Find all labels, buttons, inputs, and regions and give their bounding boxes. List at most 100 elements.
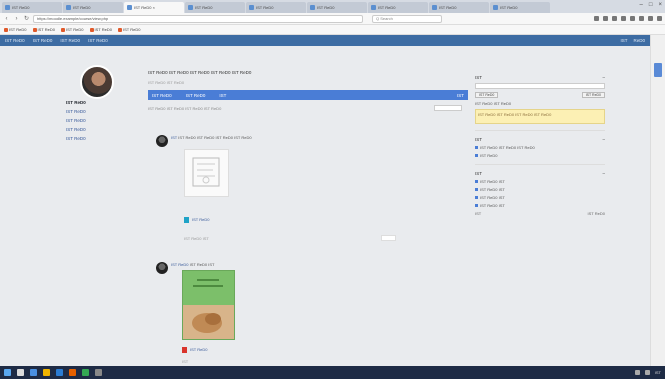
panel-line: IST ReD0 IST ReD0 (475, 101, 512, 106)
notification-icon[interactable]: IST (620, 38, 627, 43)
app-icon[interactable] (82, 369, 89, 376)
panel-line: IST ReD0 IST (475, 195, 605, 200)
tab-2[interactable]: IST ReD0 (186, 93, 206, 98)
edge-icon[interactable] (56, 369, 63, 376)
post-header: IST IST ReD0 IST ReD0 IST ReD0 IST ReD0 (171, 135, 252, 140)
bookmark-item[interactable]: IST ReD0 (61, 27, 84, 32)
volume-icon[interactable] (644, 370, 650, 375)
panel-footer-link[interactable]: IST ReD0 (588, 211, 606, 216)
taskbar: IST (0, 366, 665, 379)
nav-item[interactable]: IST ReD0 (33, 38, 53, 43)
bullet-icon (475, 154, 478, 157)
collapse-icon[interactable]: – (602, 171, 605, 176)
download-icon[interactable] (621, 16, 626, 21)
bookmark-item[interactable]: IST ReD0 (32, 27, 55, 32)
favicon-icon (127, 5, 132, 10)
post-item: IST ReD0 IST ReD0 IST IST ReD0 IST (156, 262, 456, 372)
browser-tab[interactable]: IST ReD0 (63, 2, 123, 13)
favicon-icon (493, 5, 498, 10)
sidebar-item[interactable]: IST ReD0 (66, 109, 86, 114)
tab-1[interactable]: IST ReD0 (152, 93, 172, 98)
menu-icon[interactable] (657, 16, 662, 21)
favicon-icon (89, 27, 94, 32)
system-tray: IST (634, 370, 661, 375)
collapse-icon[interactable]: – (602, 75, 605, 80)
browser-tab[interactable]: IST ReD0 (2, 2, 62, 13)
like-button[interactable] (381, 235, 396, 241)
panel-button[interactable]: IST ReD0 (581, 92, 605, 98)
browser-tab[interactable]: IST ReD0 (246, 2, 306, 13)
collapse-icon[interactable]: – (602, 137, 605, 142)
browser-tab[interactable]: IST ReD0 (490, 2, 550, 13)
bookmark-item[interactable]: IST ReD0 (118, 27, 141, 32)
attachment-link[interactable]: IST ReD0 (184, 217, 210, 223)
filter-row: IST ReD0 IST ReD0 IST ReD0 IST ReD0 (148, 105, 468, 111)
back-icon[interactable]: ‹ (3, 16, 10, 22)
bookmark-item[interactable]: IST ReD0 (89, 27, 112, 32)
browser-tab[interactable]: IST ReD0 (185, 2, 245, 13)
panel-box-title: IST – (475, 75, 605, 80)
page-scrollbar[interactable] (650, 35, 665, 366)
sidebar-item[interactable]: IST ReD0 (66, 127, 86, 132)
favicon-icon (118, 27, 122, 32)
browser-tab[interactable]: IST ReD0 (368, 2, 428, 13)
reload-icon[interactable]: ↻ (23, 15, 30, 22)
profile-avatar[interactable] (80, 65, 114, 99)
right-panel: IST – IST ReD0 IST ReD0 IST ReD0 IST ReD… (475, 75, 605, 219)
favicon-icon (32, 27, 37, 32)
start-icon[interactable] (4, 369, 11, 376)
account-icon[interactable] (648, 16, 653, 21)
app-icon[interactable] (95, 369, 102, 376)
clock[interactable]: IST (655, 370, 661, 375)
filter-text: IST ReD0 IST ReD0 IST ReD0 IST ReD0 (148, 105, 222, 111)
browser-tab-active[interactable]: IST ReD0 × (124, 2, 184, 13)
panel-button[interactable]: IST ReD0 (475, 92, 499, 98)
main-feed: IST ReD0 IST ReD0 IST ReD0 IST ReD0 IST … (148, 70, 468, 364)
divider (475, 164, 605, 165)
user-menu[interactable]: ReD0 (633, 38, 645, 43)
post-image[interactable] (184, 149, 229, 197)
attachment-link[interactable]: IST ReD0 (182, 347, 208, 353)
post-meta: IST ReD0 IST (184, 236, 209, 241)
divider (475, 130, 605, 131)
close-icon[interactable]: × (658, 2, 662, 8)
post-meta: IST (182, 359, 189, 364)
panel-line: IST ReD0 (475, 153, 605, 158)
site-brand[interactable]: IST ReD0 (5, 38, 25, 43)
avatar[interactable] (156, 262, 168, 274)
tab-right-action[interactable]: IST (457, 93, 464, 98)
addon-icon[interactable] (639, 16, 644, 21)
sidebar-item-profile[interactable]: IST ReD0 (66, 100, 86, 105)
browser-tab[interactable]: IST ReD0 (307, 2, 367, 13)
search-icon[interactable] (17, 369, 24, 376)
sidebar-item[interactable]: IST ReD0 (66, 136, 86, 141)
network-icon[interactable] (634, 370, 640, 375)
home-icon[interactable] (630, 16, 635, 21)
browser-search-input[interactable]: Q Search (372, 14, 442, 23)
filter-select[interactable] (434, 105, 462, 111)
library-icon[interactable] (603, 16, 608, 21)
maximize-icon[interactable]: □ (649, 2, 653, 8)
post-image[interactable] (182, 270, 235, 340)
scrollbar-thumb[interactable] (654, 63, 662, 77)
sidebar-icon[interactable] (612, 16, 617, 21)
browser-tab[interactable]: IST ReD0 (429, 2, 489, 13)
task-view-icon[interactable] (30, 369, 37, 376)
post-author[interactable]: IST (171, 135, 177, 140)
minimize-icon[interactable]: – (640, 2, 643, 8)
nav-item[interactable]: IST ReD0 (88, 38, 108, 43)
url-field[interactable]: https://moodle.example/course/view.php (33, 14, 363, 23)
file-explorer-icon[interactable] (43, 369, 50, 376)
panel-input[interactable] (475, 83, 605, 89)
avatar[interactable] (156, 135, 168, 147)
bookmark-star-icon[interactable] (594, 16, 599, 21)
bookmark-item[interactable]: IST ReD0 (4, 27, 27, 32)
nav-item[interactable]: IST ReD0 (60, 38, 80, 43)
firefox-icon[interactable] (69, 369, 76, 376)
post-author[interactable]: IST ReD0 (171, 262, 189, 267)
sidebar-item[interactable]: IST ReD0 (66, 118, 86, 123)
browser-tab-bar: IST ReD0 IST ReD0 IST ReD0 × IST ReD0 IS… (0, 0, 665, 13)
forward-icon[interactable]: › (13, 16, 20, 22)
panel-footer: IST IST ReD0 (475, 211, 605, 216)
tab-3[interactable]: IST (219, 93, 226, 98)
